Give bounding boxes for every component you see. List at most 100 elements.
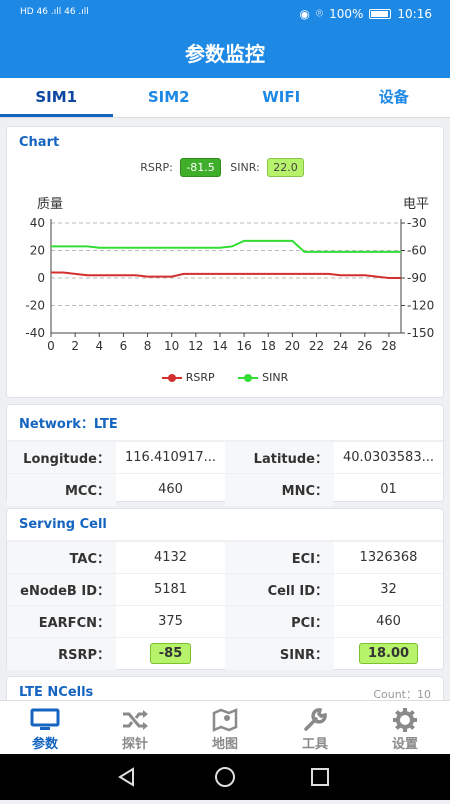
nav-tools-label: 工具 <box>270 733 360 752</box>
clock: 10:16 <box>397 7 432 21</box>
x-tick-label: 8 <box>144 339 152 353</box>
table-row: Longitude： 116.410917... Latitude： 40.03… <box>7 442 443 474</box>
mnc-value: 01 <box>334 474 443 506</box>
x-tick-label: 14 <box>212 339 227 353</box>
x-tick-label: 26 <box>357 339 372 353</box>
enodeb-id-label: eNodeB ID： <box>7 574 116 606</box>
sinr-readout-label: SINR: <box>230 161 259 174</box>
pci-label: PCI： <box>225 606 334 638</box>
nav-params-label: 参数 <box>0 733 90 752</box>
y-left-tick-label: 20 <box>30 244 45 258</box>
home-icon[interactable] <box>216 768 234 786</box>
sinr-label: SINR： <box>225 638 334 670</box>
gear-icon <box>392 707 418 733</box>
tab-wifi[interactable]: WIFI <box>225 78 338 117</box>
recents-icon[interactable] <box>312 769 328 785</box>
tac-label: TAC： <box>7 542 116 574</box>
signal-readout: RSRP: -81.5 SINR: 22.0 <box>7 158 443 177</box>
y-right-tick-label: -30 <box>407 216 427 230</box>
right-axis-title: 电平 <box>403 193 429 212</box>
nav-probe-label: 探针 <box>90 733 180 752</box>
back-icon[interactable] <box>120 769 133 785</box>
y-right-tick-label: -90 <box>407 271 427 285</box>
eye-icon: ◉ <box>299 7 309 21</box>
serving-cell-table: TAC： 4132 ECI： 1326368 eNodeB ID： 5181 C… <box>7 541 443 670</box>
legend-sinr: SINR <box>238 371 288 384</box>
serving-cell-card: Serving Cell TAC： 4132 ECI： 1326368 eNod… <box>6 508 444 670</box>
sim-tabs: SIM1 SIM2 WIFI 设备 <box>0 78 450 118</box>
sinr-value-badge: 18.00 <box>359 643 418 664</box>
x-tick-label: 24 <box>333 339 348 353</box>
mcc-label: MCC： <box>7 474 116 506</box>
series-line-rsrp <box>51 273 401 279</box>
left-axis-title: 质量 <box>37 193 63 212</box>
sinr-readout-value: 22.0 <box>267 158 304 177</box>
earfcn-label: EARFCN： <box>7 606 116 638</box>
nav-map-label: 地图 <box>180 733 270 752</box>
x-tick-label: 4 <box>95 339 103 353</box>
nav-tools[interactable]: 工具 <box>270 701 360 754</box>
location-icon: ⌾ <box>316 6 323 21</box>
earfcn-value: 375 <box>116 606 225 638</box>
latitude-label: Latitude： <box>225 442 334 474</box>
cell-id-value: 32 <box>334 574 443 606</box>
tab-sim2[interactable]: SIM2 <box>113 78 226 117</box>
shuffle-icon <box>120 709 150 731</box>
y-right-tick-label: -120 <box>407 299 434 313</box>
tac-value: 4132 <box>116 542 225 574</box>
rsrp-readout-label: RSRP: <box>140 161 173 174</box>
wrench-icon <box>302 707 328 733</box>
x-tick-label: 12 <box>188 339 203 353</box>
rsrp-value-badge: -85 <box>150 643 192 664</box>
network-title: Network：LTE <box>7 405 443 441</box>
legend-rsrp: RSRP <box>162 371 215 384</box>
x-tick-label: 18 <box>261 339 276 353</box>
chart-legend: RSRP SINR <box>7 371 443 384</box>
x-tick-label: 0 <box>47 339 55 353</box>
y-right-tick-label: -60 <box>407 244 427 258</box>
y-right-tick-label: -150 <box>407 326 434 340</box>
table-row: RSRP： -85 SINR： 18.00 <box>7 638 443 670</box>
longitude-label: Longitude： <box>7 442 116 474</box>
nav-settings[interactable]: 设置 <box>360 701 450 754</box>
table-row: MCC： 460 MNC： 01 <box>7 474 443 506</box>
network-card: Network：LTE Longitude： 116.410917... Lat… <box>6 404 444 502</box>
nav-map[interactable]: 地图 <box>180 701 270 754</box>
system-navigation-bar <box>0 754 450 800</box>
longitude-value: 116.410917... <box>116 442 225 474</box>
nav-params[interactable]: 参数 <box>0 701 90 754</box>
page-title: 参数监控 <box>0 30 450 78</box>
eci-label: ECI： <box>225 542 334 574</box>
mnc-label: MNC： <box>225 474 334 506</box>
x-tick-label: 28 <box>381 339 396 353</box>
legend-sinr-label: SINR <box>262 371 288 384</box>
x-tick-label: 2 <box>71 339 79 353</box>
serving-cell-title: Serving Cell <box>7 509 443 541</box>
x-tick-label: 10 <box>164 339 179 353</box>
bottom-navigation: 参数 探针 地图 工具 设置 <box>0 700 450 754</box>
table-row: TAC： 4132 ECI： 1326368 <box>7 542 443 574</box>
battery-icon <box>369 9 391 19</box>
nav-settings-label: 设置 <box>360 733 450 752</box>
x-tick-label: 22 <box>309 339 324 353</box>
status-bar: HD 46 .ıll 46 .ıll ◉ ⌾ 100% 10:16 <box>0 0 450 30</box>
signal-chart: 40200-20-40-30-60-90-120-150024681012141… <box>7 213 443 363</box>
pci-value: 460 <box>334 606 443 638</box>
y-left-tick-label: -40 <box>25 326 45 340</box>
tab-sim1[interactable]: SIM1 <box>0 78 113 117</box>
legend-rsrp-label: RSRP <box>186 371 215 384</box>
rsrp-label: RSRP： <box>7 638 116 670</box>
map-icon <box>212 707 238 733</box>
y-left-tick-label: 0 <box>37 271 45 285</box>
cell-id-label: Cell ID： <box>225 574 334 606</box>
nav-probe[interactable]: 探针 <box>90 701 180 754</box>
y-left-tick-label: -20 <box>25 299 45 313</box>
eci-value: 1326368 <box>334 542 443 574</box>
chart-card: Chart RSRP: -81.5 SINR: 22.0 质量 电平 40200… <box>6 126 444 398</box>
network-indicators: HD 46 .ıll 46 .ıll <box>20 7 89 17</box>
x-tick-label: 16 <box>236 339 251 353</box>
tab-device[interactable]: 设备 <box>338 78 450 117</box>
y-left-tick-label: 40 <box>30 216 45 230</box>
table-row: EARFCN： 375 PCI： 460 <box>7 606 443 638</box>
x-tick-label: 20 <box>285 339 300 353</box>
